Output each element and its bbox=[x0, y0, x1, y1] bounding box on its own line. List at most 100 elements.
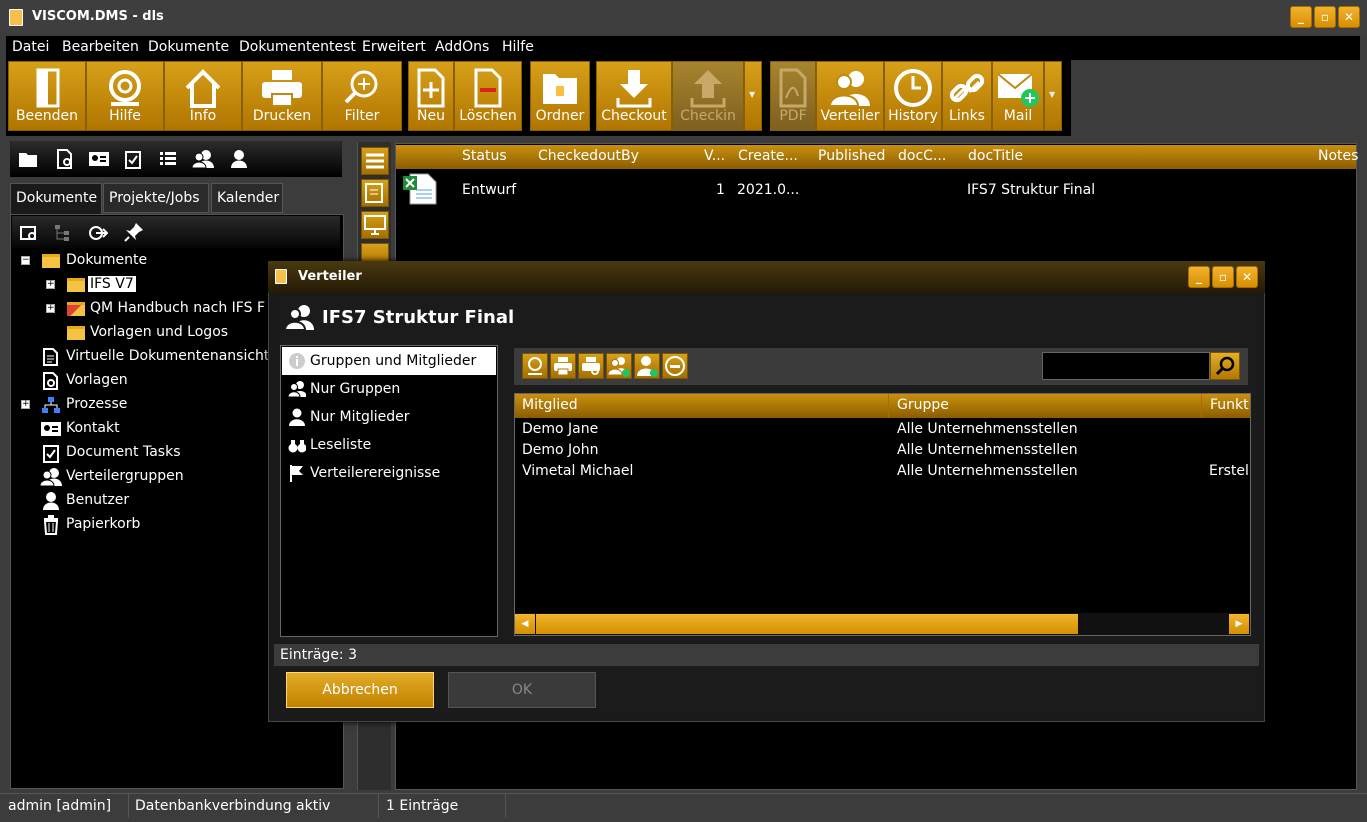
pin-icon[interactable] bbox=[124, 222, 144, 242]
history-button[interactable]: History bbox=[884, 61, 942, 131]
expand-toggle[interactable]: + bbox=[21, 400, 30, 409]
links-button[interactable]: Links bbox=[942, 61, 992, 131]
menu-addons[interactable]: AddOns bbox=[435, 39, 489, 55]
tree-item-benutzer[interactable]: Benutzer bbox=[66, 492, 129, 508]
folder-icon bbox=[42, 254, 60, 268]
verteiler-button[interactable]: Verteiler bbox=[816, 61, 884, 131]
add-members-button[interactable] bbox=[606, 353, 632, 379]
folder-icon[interactable] bbox=[18, 150, 38, 168]
add-group-button[interactable] bbox=[522, 353, 548, 379]
menu-lines-button[interactable] bbox=[361, 147, 389, 175]
menu-erweitert[interactable]: Erweitert bbox=[362, 39, 426, 55]
col-version[interactable]: V... bbox=[704, 148, 725, 164]
maximize-button[interactable]: ▫ bbox=[1314, 6, 1336, 28]
remove-button[interactable] bbox=[662, 353, 688, 379]
nav-nur-mitglieder[interactable]: Nur Mitglieder bbox=[282, 403, 496, 431]
checkin-dropdown[interactable]: ▼ bbox=[744, 61, 762, 131]
menu-dokumente[interactable]: Dokumente bbox=[148, 39, 229, 55]
tab-kalender[interactable]: Kalender bbox=[211, 183, 283, 213]
member-search-input[interactable] bbox=[1042, 352, 1210, 380]
folder-search-icon[interactable] bbox=[20, 224, 38, 242]
col-doctitle[interactable]: docTitle bbox=[968, 148, 1023, 164]
member-name[interactable]: Demo Jane bbox=[522, 421, 598, 437]
document-search-icon[interactable] bbox=[56, 149, 74, 169]
grid-cell-title[interactable]: IFS7 Struktur Final bbox=[967, 182, 1095, 198]
nav-nur-gruppen[interactable]: Nur Gruppen bbox=[282, 375, 496, 403]
menu-datei[interactable]: Datei bbox=[12, 39, 49, 55]
tree-toolbar bbox=[12, 216, 340, 248]
nav-verteilerereignisse[interactable]: Verteilerereignisse bbox=[282, 459, 496, 487]
home-icon bbox=[185, 69, 221, 108]
expand-toggle[interactable]: + bbox=[46, 304, 55, 313]
checkin-button[interactable]: Checkin bbox=[672, 61, 744, 131]
col-checkedoutby[interactable]: CheckedoutBy bbox=[538, 148, 639, 164]
hamburger-icon bbox=[366, 153, 384, 169]
ordner-button[interactable]: Ordner bbox=[530, 61, 590, 131]
tree-item-prozesse[interactable]: Prozesse bbox=[66, 396, 127, 412]
dialog-minimize-button[interactable]: _ bbox=[1188, 266, 1210, 288]
scroll-right-arrow[interactable]: ▶ bbox=[1229, 614, 1249, 634]
dialog-maximize-button[interactable]: ▫ bbox=[1212, 266, 1234, 288]
close-button[interactable]: ✕ bbox=[1338, 6, 1360, 28]
users-icon[interactable] bbox=[192, 149, 214, 169]
add-member-button[interactable] bbox=[634, 353, 660, 379]
tree-item-dokumente[interactable]: Dokumente bbox=[66, 252, 147, 268]
collapse-toggle[interactable]: − bbox=[21, 256, 30, 265]
tree-item-qm-handbuch[interactable]: QM Handbuch nach IFS F bbox=[90, 300, 265, 316]
col-gruppe[interactable]: Gruppe bbox=[897, 397, 949, 413]
scroll-left-arrow[interactable]: ◀ bbox=[515, 614, 535, 634]
col-mitglied[interactable]: Mitglied bbox=[522, 397, 578, 413]
task-clipboard-icon[interactable] bbox=[124, 149, 142, 169]
tree-item-document-tasks[interactable]: Document Tasks bbox=[66, 444, 181, 460]
print-button[interactable] bbox=[550, 353, 576, 379]
scrollbar-thumb[interactable] bbox=[536, 614, 1078, 634]
beenden-button[interactable]: Beenden bbox=[8, 61, 86, 131]
export-icon[interactable] bbox=[88, 224, 108, 242]
member-name[interactable]: Vimetal Michael bbox=[522, 463, 633, 479]
pdf-button[interactable]: PDF bbox=[770, 61, 816, 131]
nav-gruppen-mitglieder[interactable]: Gruppen und Mitglieder bbox=[282, 347, 496, 375]
neu-button[interactable]: Neu bbox=[408, 61, 454, 131]
tab-dokumente[interactable]: Dokumente bbox=[10, 183, 102, 215]
tree-structure-icon[interactable] bbox=[54, 224, 72, 242]
expand-toggle[interactable]: + bbox=[46, 280, 55, 289]
tree-item-virtuelle[interactable]: Virtuelle Dokumentenansicht bbox=[66, 348, 269, 364]
preview-button[interactable] bbox=[361, 211, 389, 239]
mail-dropdown[interactable]: ▼ bbox=[1044, 61, 1062, 131]
contact-card-icon[interactable] bbox=[88, 150, 110, 168]
ok-button[interactable]: OK bbox=[448, 672, 596, 708]
checkout-button[interactable]: Checkout bbox=[596, 61, 672, 131]
tree-item-ifs-v7[interactable]: IFS V7 bbox=[88, 276, 136, 292]
tree-item-kontakt[interactable]: Kontakt bbox=[66, 420, 120, 436]
col-notes[interactable]: Notes bbox=[1318, 148, 1358, 164]
tree-item-vorlagen-logos[interactable]: Vorlagen und Logos bbox=[90, 324, 228, 340]
loeschen-button[interactable]: Löschen bbox=[454, 61, 522, 131]
info-button[interactable]: Info bbox=[164, 61, 242, 131]
member-name[interactable]: Demo John bbox=[522, 442, 599, 458]
menu-dokumententest[interactable]: Dokumententest bbox=[239, 39, 356, 55]
edit-button[interactable] bbox=[361, 179, 389, 207]
print-list-button[interactable] bbox=[578, 353, 604, 379]
col-doccategory[interactable]: docC... bbox=[898, 148, 946, 164]
tree-item-papierkorb[interactable]: Papierkorb bbox=[66, 516, 140, 532]
user-icon[interactable] bbox=[230, 149, 248, 169]
col-published[interactable]: Published bbox=[818, 148, 885, 164]
tree-item-vorlagen[interactable]: Vorlagen bbox=[66, 372, 128, 388]
tab-projekte-jobs[interactable]: Projekte/Jobs bbox=[103, 183, 209, 213]
col-created[interactable]: Create... bbox=[738, 148, 798, 164]
search-button[interactable] bbox=[1210, 352, 1240, 380]
mail-button[interactable]: Mail bbox=[992, 61, 1044, 131]
menu-bearbeiten[interactable]: Bearbeiten bbox=[62, 39, 139, 55]
nav-leseliste[interactable]: Leseliste bbox=[282, 431, 496, 459]
col-status[interactable]: Status bbox=[462, 148, 507, 164]
dialog-close-button[interactable]: ✕ bbox=[1236, 266, 1258, 288]
tree-item-verteilergruppen[interactable]: Verteilergruppen bbox=[66, 468, 184, 484]
minimize-button[interactable]: _ bbox=[1290, 6, 1312, 28]
filter-button[interactable]: Filter bbox=[322, 61, 402, 131]
col-funktion[interactable]: Funkt bbox=[1210, 397, 1249, 413]
list-icon[interactable] bbox=[160, 151, 176, 167]
cancel-button[interactable]: Abbrechen bbox=[286, 672, 434, 708]
drucken-button[interactable]: Drucken bbox=[242, 61, 322, 131]
hilfe-button[interactable]: Hilfe bbox=[86, 61, 164, 131]
menu-hilfe[interactable]: Hilfe bbox=[502, 39, 534, 55]
